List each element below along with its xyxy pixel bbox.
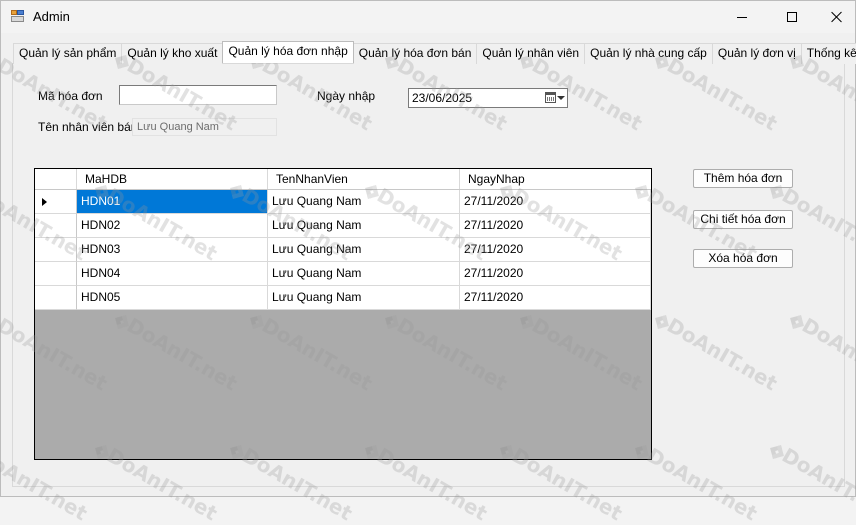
cell-tennhanvien[interactable]: Lưu Quang Nam [268, 286, 460, 310]
cell-mahdb[interactable]: HDN04 [77, 262, 268, 286]
add-invoice-button[interactable]: Thêm hóa đơn [693, 169, 793, 188]
cell-ngaynhap[interactable]: 27/11/2020 [460, 190, 651, 214]
cell-mahdb[interactable]: HDN02 [77, 214, 268, 238]
table-row[interactable]: HDN03 Lưu Quang Nam 27/11/2020 [35, 238, 651, 262]
minimize-button[interactable] [719, 1, 765, 33]
cell-ngaynhap[interactable]: 27/11/2020 [460, 214, 651, 238]
employee-name-field[interactable]: Lưu Quang Nam [132, 118, 277, 136]
table-row[interactable]: HDN01 Lưu Quang Nam 27/11/2020 [35, 190, 651, 214]
cell-tennhanvien[interactable]: Lưu Quang Nam [268, 262, 460, 286]
table-row[interactable]: HDN04 Lưu Quang Nam 27/11/2020 [35, 262, 651, 286]
title-bar: Admin [1, 1, 855, 33]
maximize-button[interactable] [769, 1, 815, 33]
row-header[interactable] [35, 214, 77, 238]
tab-sales-invoices[interactable]: Quản lý hóa đơn bán [352, 43, 478, 64]
watermark-logo-icon [0, 47, 7, 77]
grid-corner-header [35, 169, 77, 189]
invoice-id-label: Mã hóa đơn [38, 89, 103, 103]
table-row[interactable]: HDN05 Lưu Quang Nam 27/11/2020 [35, 286, 651, 310]
tab-suppliers[interactable]: Quản lý nhà cung cấp [584, 43, 713, 64]
tab-statistics[interactable]: Thống kê [800, 43, 856, 64]
close-icon [831, 11, 843, 23]
cell-ngaynhap[interactable]: 27/11/2020 [460, 262, 651, 286]
column-header-tennhanvien[interactable]: TenNhanVien [268, 169, 460, 189]
invoice-grid[interactable]: MaHDB TenNhanVien NgayNhap HDN01 Lưu Qua… [34, 168, 652, 460]
app-window: Admin Quản lý sản phẩm Quản lý kho xuất … [0, 0, 856, 525]
invoice-detail-button[interactable]: Chi tiết hóa đơn [693, 210, 793, 229]
tab-import-invoices[interactable]: Quản lý hóa đơn nhập [222, 41, 354, 63]
minimize-icon [737, 16, 747, 18]
cell-mahdb[interactable]: HDN05 [77, 286, 268, 310]
import-date-label: Ngày nhập [317, 89, 376, 103]
column-header-ngaynhap[interactable]: NgayNhap [460, 169, 651, 189]
cell-mahdb[interactable]: HDN03 [77, 238, 268, 262]
import-date-picker[interactable]: 23/06/2025 [408, 88, 568, 108]
tab-units[interactable]: Quản lý đơn vị [711, 43, 802, 64]
app-icon [11, 10, 24, 22]
column-header-mahdb[interactable]: MaHDB [77, 169, 268, 189]
row-header[interactable] [35, 262, 77, 286]
window-title: Admin [33, 9, 70, 24]
current-row-arrow-icon [42, 198, 47, 206]
calendar-icon[interactable] [545, 92, 556, 103]
tab-products[interactable]: Quản lý sản phẩm [13, 43, 123, 64]
table-row[interactable]: HDN02 Lưu Quang Nam 27/11/2020 [35, 214, 651, 238]
cell-mahdb[interactable]: HDN01 [77, 190, 268, 214]
tab-strip: Quản lý sản phẩm Quản lý kho xuất Quản l… [13, 41, 856, 64]
cell-tennhanvien[interactable]: Lưu Quang Nam [268, 214, 460, 238]
row-header[interactable] [35, 238, 77, 262]
cell-ngaynhap[interactable]: 27/11/2020 [460, 286, 651, 310]
close-button[interactable] [814, 1, 856, 33]
grid-header: MaHDB TenNhanVien NgayNhap [35, 169, 651, 190]
tab-employees[interactable]: Quản lý nhân viên [476, 43, 586, 64]
import-date-value: 23/06/2025 [412, 91, 473, 105]
row-header[interactable] [35, 190, 77, 214]
delete-invoice-button[interactable]: Xóa hóa đơn [693, 249, 793, 268]
tab-warehouse-export[interactable]: Quản lý kho xuất [121, 43, 224, 64]
employee-name-label: Tên nhân viên bán [38, 120, 138, 134]
chevron-down-icon[interactable] [557, 96, 565, 100]
cell-ngaynhap[interactable]: 27/11/2020 [460, 238, 651, 262]
cell-tennhanvien[interactable]: Lưu Quang Nam [268, 190, 460, 214]
invoice-id-input[interactable] [119, 85, 277, 105]
cell-tennhanvien[interactable]: Lưu Quang Nam [268, 238, 460, 262]
watermark-logo-icon [0, 307, 7, 337]
maximize-icon [787, 12, 797, 22]
row-header[interactable] [35, 286, 77, 310]
